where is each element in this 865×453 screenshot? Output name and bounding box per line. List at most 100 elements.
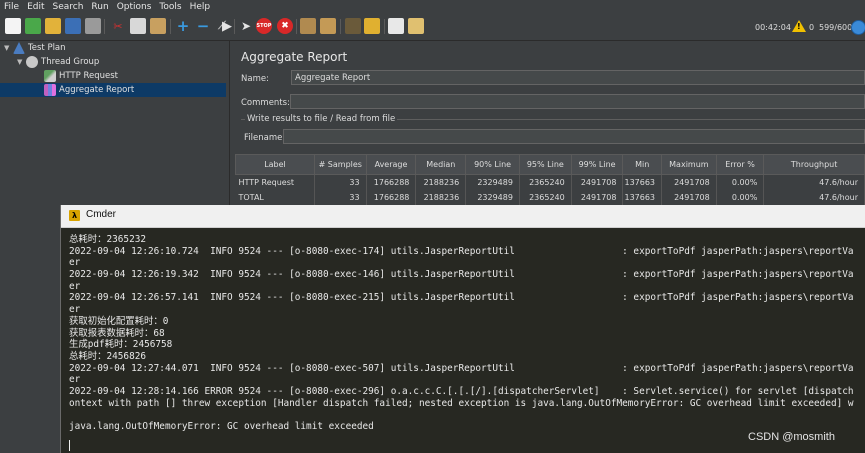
table-cell: 47.6/hour: [763, 174, 865, 190]
name-label: Name:: [241, 74, 269, 84]
warning-mark: !: [797, 22, 801, 31]
table-cell: 2188236: [415, 174, 467, 190]
tree-item-test-plan[interactable]: ▼ Test Plan: [4, 41, 66, 55]
file-group-label: Write results to file / Read from file: [245, 114, 398, 124]
toolbar-separator: [170, 19, 171, 34]
console-line: er: [69, 257, 81, 269]
templates-icon[interactable]: [25, 18, 41, 34]
table-header-row: Label # Samples Average Median 90% Line …: [235, 154, 865, 175]
help-icon[interactable]: [408, 18, 424, 34]
watermark: CSDN @mosmith: [748, 431, 835, 443]
comments-field[interactable]: [290, 94, 865, 109]
menu-file[interactable]: File: [0, 0, 23, 14]
start-icon[interactable]: ▶: [219, 18, 235, 34]
table-cell: TOTAL: [235, 190, 315, 205]
table-row[interactable]: HTTP Request 33 1766288 2188236 2329489 …: [235, 174, 865, 190]
comments-label: Comments:: [241, 98, 290, 108]
tree-item-thread-group[interactable]: ▼ Thread Group: [17, 55, 99, 69]
start-no-pauses-icon[interactable]: ➤: [238, 18, 254, 34]
console-line: 2022-09-04 12:26:10.724 INFO 9524 --- [o…: [69, 245, 854, 257]
expand-icon[interactable]: +: [175, 17, 191, 35]
console-line: 2022-09-04 12:26:19.342 INFO 9524 --- [o…: [69, 269, 854, 281]
name-field[interactable]: Aggregate Report: [291, 70, 865, 85]
table-cell: 137663: [622, 174, 663, 190]
open-icon[interactable]: [45, 18, 61, 34]
column-header[interactable]: Maximum: [661, 154, 717, 175]
tree-item-label: Test Plan: [28, 43, 66, 53]
table-cell: 2491708: [661, 174, 717, 190]
table-cell: 1766288: [366, 190, 417, 205]
table-cell: 2329489: [465, 174, 520, 190]
menu-edit[interactable]: Edit: [23, 0, 48, 14]
save-as-icon[interactable]: [85, 18, 101, 34]
column-header[interactable]: # Samples: [313, 154, 367, 175]
console-line: 获取报表数据耗时：68: [69, 327, 165, 339]
column-header[interactable]: 95% Line: [518, 154, 572, 175]
lambda-icon: λ: [69, 210, 80, 221]
clear-all-icon[interactable]: [320, 18, 336, 34]
column-header[interactable]: Average: [365, 154, 417, 175]
cmder-window[interactable]: λ Cmder 总耗时：2365232 2022-09-04 12:26:10.…: [60, 205, 865, 453]
chevron-down-icon[interactable]: ▼: [4, 44, 13, 52]
tree-item-aggregate-report[interactable]: Aggregate Report: [0, 83, 226, 97]
search-icon[interactable]: [345, 18, 361, 34]
new-icon[interactable]: [5, 18, 21, 34]
paste-icon[interactable]: [150, 18, 166, 34]
console-line: java.lang.OutOfMemoryError: GC overhead …: [69, 421, 374, 432]
column-header[interactable]: Label: [235, 154, 315, 175]
table-cell: 33: [314, 174, 367, 190]
console-line: 2022-09-04 12:27:44.071 INFO 9524 --- [o…: [69, 362, 854, 374]
filename-field[interactable]: [283, 129, 865, 144]
console-line: 总耗时：2456826: [69, 350, 147, 362]
column-header[interactable]: Error %: [715, 154, 765, 175]
copy-icon[interactable]: [130, 18, 146, 34]
console-output[interactable]: 总耗时：2365232 2022-09-04 12:26:10.724 INFO…: [69, 234, 865, 449]
cut-icon[interactable]: ✂: [110, 18, 126, 34]
save-icon[interactable]: [65, 18, 81, 34]
menu-tools[interactable]: Tools: [155, 0, 185, 14]
table-cell: 0.00%: [716, 174, 765, 190]
table-row[interactable]: TOTAL 33 1766288 2188236 2329489 2365240…: [235, 190, 865, 205]
function-helper-icon[interactable]: [388, 18, 404, 34]
warning-count: 0: [809, 23, 815, 32]
column-header[interactable]: Min: [622, 154, 663, 175]
toolbar: ✂ + − ⟋ ▶ ➤ STOP ✖ 00:42:04 ! 0 599/600: [0, 14, 865, 41]
column-header[interactable]: Throughput: [763, 154, 865, 175]
remote-globe-icon[interactable]: [851, 20, 865, 35]
table-cell: 47.6/hour: [763, 190, 865, 205]
stop-icon[interactable]: STOP: [256, 18, 272, 34]
toolbar-separator: [340, 19, 341, 34]
console-line: er: [69, 304, 81, 316]
column-header[interactable]: Median: [415, 154, 467, 175]
cmder-title-bar[interactable]: λ Cmder: [61, 205, 865, 228]
table-cell: 2365240: [519, 174, 572, 190]
menu-search[interactable]: Search: [49, 0, 88, 14]
console-line: er: [69, 374, 81, 386]
menu-options[interactable]: Options: [113, 0, 156, 14]
cmder-title: Cmder: [86, 209, 117, 220]
chevron-down-icon[interactable]: ▼: [17, 58, 26, 66]
menu-help[interactable]: Help: [186, 0, 215, 14]
text-cursor: [69, 440, 70, 451]
elapsed-time: 00:42:04: [755, 23, 791, 32]
column-header[interactable]: 90% Line: [465, 154, 520, 175]
shutdown-icon[interactable]: ✖: [277, 18, 293, 34]
page-title: Aggregate Report: [241, 50, 348, 64]
clear-icon[interactable]: [300, 18, 316, 34]
pipette-icon: [44, 70, 56, 82]
chart-icon: [44, 84, 56, 96]
reset-search-icon[interactable]: [364, 18, 380, 34]
table-cell: 2491708: [571, 190, 624, 205]
table-cell: 2365240: [519, 190, 572, 205]
menu-run[interactable]: Run: [87, 0, 112, 14]
tree-item-http-request[interactable]: HTTP Request: [44, 69, 118, 83]
tree-item-label: HTTP Request: [59, 71, 118, 81]
column-header[interactable]: 99% Line: [570, 154, 624, 175]
tree-item-label: Thread Group: [41, 57, 100, 67]
table-cell: 33: [314, 190, 367, 205]
collapse-icon[interactable]: −: [195, 17, 211, 35]
table-cell: 2491708: [661, 190, 717, 205]
menu-bar: File Edit Search Run Options Tools Help: [0, 0, 865, 14]
table-cell: 137663: [622, 190, 663, 205]
